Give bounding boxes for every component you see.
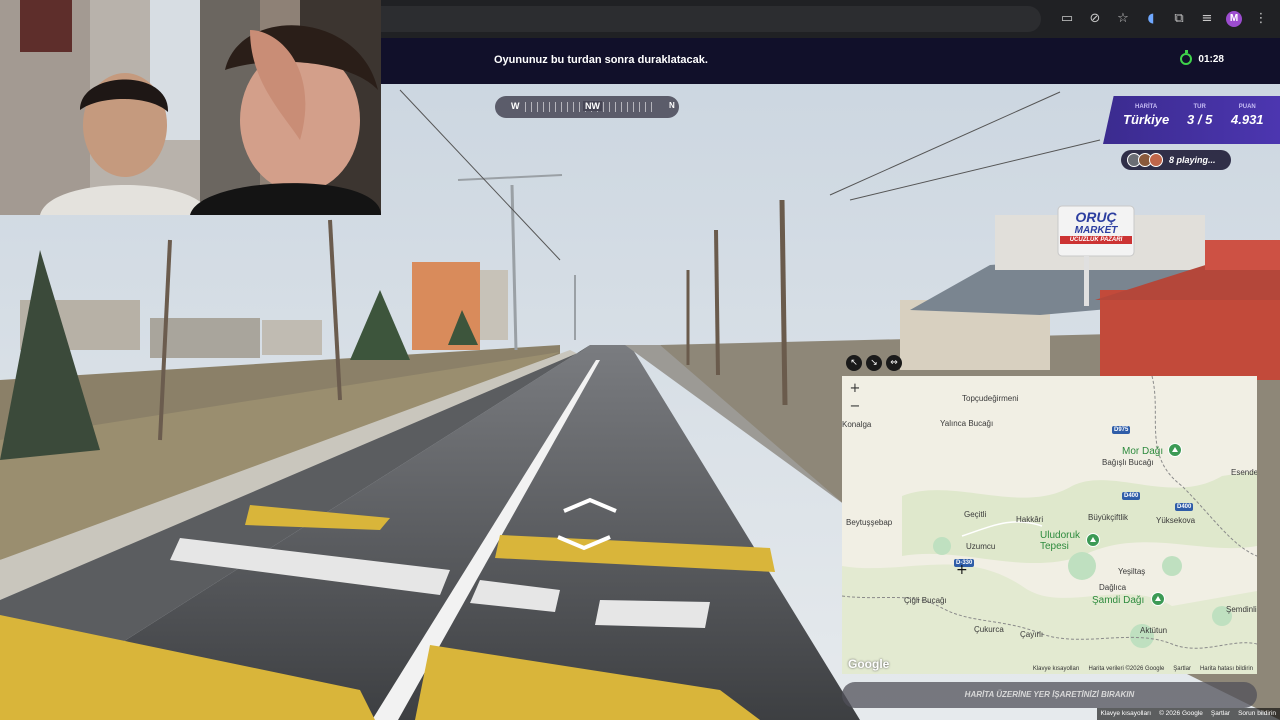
- cast-icon[interactable]: ▭: [1058, 10, 1076, 28]
- stat-score: PUAN 4.931: [1231, 104, 1264, 127]
- map-label: Şemdinli: [1226, 605, 1257, 614]
- mountain-icon: [1151, 592, 1165, 606]
- stat-score-label: PUAN: [1238, 104, 1256, 110]
- pin-map-icon[interactable]: ⇔: [886, 355, 902, 371]
- map-footer: Klavye kısayolları Harita verileri ©2026…: [1033, 666, 1253, 672]
- expand-map-icon[interactable]: ↖: [846, 355, 862, 371]
- stat-round: TUR 3 / 5: [1187, 104, 1212, 127]
- footer-shortcuts[interactable]: Klavye kısayolları: [1101, 710, 1152, 718]
- profile-icon[interactable]: M: [1226, 11, 1242, 27]
- shop-sign-bottom: UCUZLUK PAZARI: [1060, 236, 1132, 244]
- address-bar[interactable]: [381, 6, 1041, 32]
- map-label: Bağışlı Bucağı: [1102, 458, 1154, 467]
- map-label: Dağlıca: [1099, 583, 1127, 592]
- map-label: Topçudeğirmeni: [962, 394, 1019, 403]
- map-footer-report[interactable]: Harita hatası bildirin: [1200, 666, 1253, 672]
- road-marker: D400: [1175, 503, 1194, 511]
- move-back-arrow[interactable]: [554, 533, 614, 553]
- footer-terms[interactable]: Şartlar: [1211, 710, 1230, 718]
- page-footer: Klavye kısayolları © 2026 Google Şartlar…: [1096, 708, 1280, 720]
- shrink-map-icon[interactable]: ↘: [866, 355, 882, 371]
- map-label: Yalınca Bucağı: [940, 419, 994, 428]
- menu-icon[interactable]: ⋮: [1252, 10, 1270, 28]
- map-footer-shortcuts[interactable]: Klavye kısayolları: [1033, 666, 1080, 672]
- compass-heading: NW: [583, 101, 602, 111]
- players-count: 8 playing...: [1169, 155, 1216, 165]
- webcam-overlay: [0, 0, 381, 215]
- stat-map-value: Türkiye: [1123, 112, 1170, 127]
- map-label: Yeşiltaş: [1118, 567, 1146, 576]
- stat-map: HARİTA Türkiye: [1123, 104, 1169, 127]
- timer-value: 01:28: [1198, 53, 1224, 65]
- game-stats-panel: HARİTA Türkiye TUR 3 / 5 PUAN 4.931: [1103, 96, 1280, 144]
- map-label: Çukurca: [974, 625, 1004, 634]
- peak-label: Uludoruk Tepesi: [1040, 530, 1081, 552]
- map-label: Beytuşşebap: [846, 518, 893, 527]
- shop-sign-mid: MARKET: [1074, 225, 1118, 236]
- mountain-icon: [1168, 443, 1182, 457]
- browser-toolbar: ▭ ⊘ ☆ ◖ ⧉ ≡ M ⋮: [381, 0, 1280, 38]
- player-avatar: [1149, 153, 1163, 167]
- map-label: Çiğli Bucağı: [904, 596, 947, 605]
- road-marker: D975: [1112, 426, 1131, 434]
- map-label: Konalga: [842, 420, 872, 429]
- map-label: Geçitli: [964, 510, 987, 519]
- round-timer: 01:28: [1180, 50, 1224, 65]
- game-notice-bar: Oyununuz bu turdan sonra duraklatacak. 0…: [381, 38, 1280, 84]
- zoom-out-button[interactable]: −: [848, 400, 862, 414]
- stat-map-label: HARİTA: [1135, 104, 1158, 110]
- map-label: Büyükçiftlik: [1088, 513, 1129, 522]
- app-root: ORUÇ MARKET UCUZLUK PAZARI ▭ ⊘ ☆ ◖ ⧉ ≡ M…: [0, 0, 1280, 720]
- move-forward-arrow[interactable]: [560, 497, 620, 517]
- stat-score-value: 4.931: [1231, 112, 1264, 127]
- road-marker: D400: [1122, 492, 1141, 500]
- map-size-controls: ↖ ↘ ⇔: [846, 355, 902, 371]
- pause-notice: Oyununuz bu turdan sonra duraklatacak.: [494, 54, 708, 66]
- audio-icon[interactable]: ◖: [1142, 10, 1160, 28]
- footer-report[interactable]: Sorun bildirin: [1238, 710, 1276, 718]
- footer-copyright: © 2026 Google: [1159, 710, 1203, 717]
- browser-icons: ▭ ⊘ ☆ ◖ ⧉ ≡ M ⋮: [1058, 10, 1270, 28]
- mountain-icon: [1086, 533, 1100, 547]
- compass[interactable]: W NW N: [495, 96, 679, 118]
- zoom-in-button[interactable]: +: [848, 382, 862, 396]
- eye-off-icon[interactable]: ⊘: [1086, 10, 1104, 28]
- place-marker-button[interactable]: HARİTA ÜZERİNE YER İŞARETİNİZİ BIRAKIN: [842, 682, 1257, 708]
- extensions-icon[interactable]: ⧉: [1170, 10, 1188, 28]
- crosshair-cursor-icon: +: [956, 562, 968, 578]
- map-footer-terms[interactable]: Şartlar: [1173, 666, 1191, 672]
- stopwatch-icon: [1180, 50, 1193, 65]
- compass-north: N: [669, 101, 675, 110]
- shop-sign-top: ORUÇ: [1075, 209, 1117, 225]
- map-label: Hakkâri: [1016, 515, 1044, 524]
- map-label: Çayırlı: [1020, 630, 1044, 639]
- map-label: Uzumcu: [966, 542, 996, 551]
- stat-round-label: TUR: [1193, 104, 1206, 110]
- guess-map[interactable]: + − Topçudeğirmeni Konalga Yalınca Bucağ…: [842, 376, 1257, 674]
- players-indicator[interactable]: 8 playing...: [1121, 150, 1231, 170]
- peak-label: Şamdi Dağı: [1092, 595, 1145, 606]
- media-icon[interactable]: ≡: [1198, 10, 1216, 28]
- peak-label: Mor Dağı: [1122, 446, 1164, 457]
- map-footer-data: Harita verileri ©2026 Google: [1088, 666, 1165, 672]
- map-label: Yüksekova: [1156, 516, 1196, 525]
- compass-west: W: [511, 101, 520, 111]
- star-icon[interactable]: ☆: [1114, 10, 1132, 28]
- stat-round-value: 3 / 5: [1187, 112, 1213, 127]
- google-logo: Google: [848, 657, 890, 671]
- map-label: Esende: [1231, 468, 1257, 477]
- map-label: Aktütun: [1140, 626, 1168, 635]
